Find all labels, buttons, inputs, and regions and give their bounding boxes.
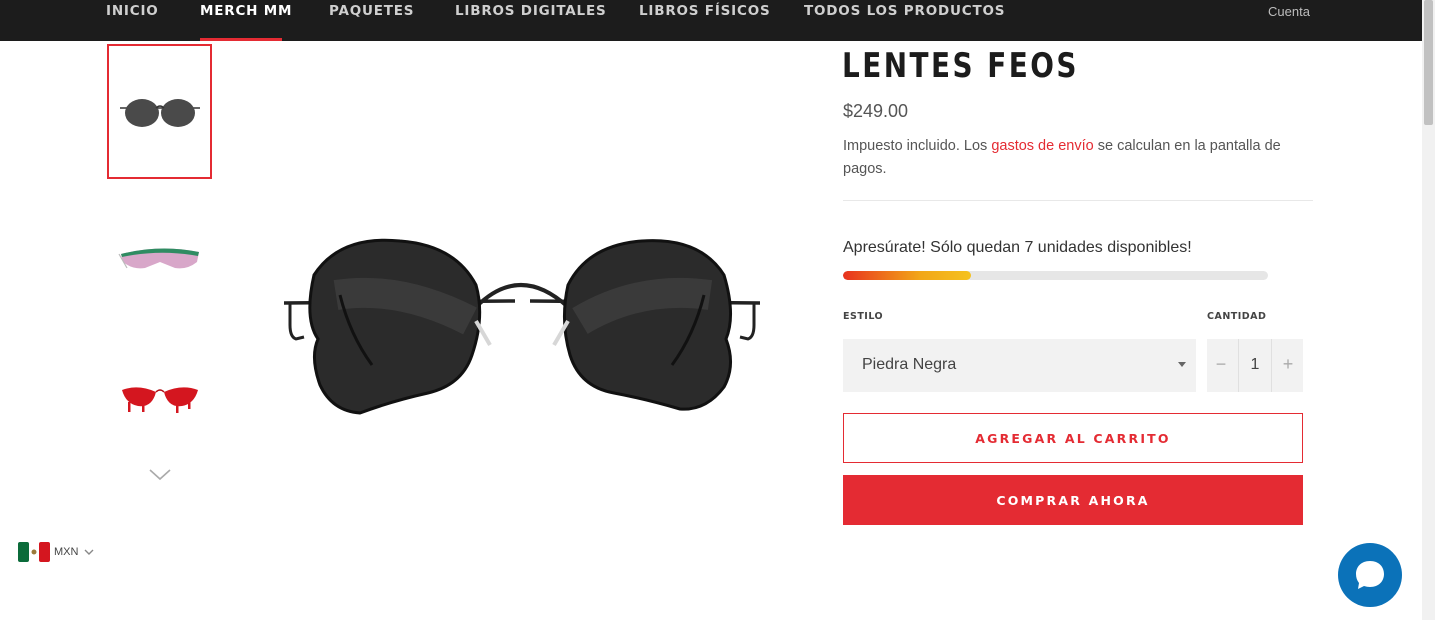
tax-notice-prefix: Impuesto incluido. Los (843, 138, 992, 154)
style-select-value: Piedra Negra (862, 356, 957, 373)
mexico-flag-icon (18, 542, 50, 562)
tax-notice: Impuesto incluido. Los gastos de envío s… (843, 135, 1318, 181)
chevron-down-icon[interactable] (148, 465, 172, 485)
nav-item-merch-mm[interactable]: MERCH MM (200, 3, 292, 19)
thumbnail-black-round-sunglasses[interactable] (107, 44, 212, 179)
quantity-separator (1271, 339, 1272, 392)
nav-item-todos-los-productos[interactable]: TODOS LOS PRODUCTOS (804, 3, 1005, 19)
page-scrollbar[interactable] (1422, 0, 1435, 620)
quantity-decrease-button[interactable]: − (1207, 354, 1235, 375)
stock-message: Apresúrate! Sólo quedan 7 unidades dispo… (843, 239, 1192, 256)
currency-selector[interactable]: MXN (18, 541, 96, 563)
black-round-sunglasses-image (119, 98, 200, 127)
quantity-input[interactable]: 1 (1239, 356, 1271, 374)
style-select[interactable]: Piedra Negra (843, 339, 1196, 392)
caret-down-icon (1178, 362, 1186, 367)
thumbnail-visor-sunglasses[interactable] (107, 190, 212, 325)
add-to-cart-button[interactable]: AGREGAR AL CARRITO (843, 413, 1303, 463)
chevron-down-icon (84, 549, 94, 555)
quantity-stepper: − 1 + (1207, 339, 1303, 392)
chat-bubble-icon (1356, 561, 1384, 589)
nav-item-libros-fisicos[interactable]: LIBROS FÍSICOS (639, 3, 771, 19)
quantity-increase-button[interactable]: + (1274, 354, 1302, 375)
active-nav-indicator (200, 38, 282, 41)
nav-item-libros-digitales[interactable]: LIBROS DIGITALES (455, 3, 607, 19)
stock-progress-fill (843, 271, 971, 280)
currency-code: MXN (54, 546, 79, 558)
account-link[interactable]: Cuenta (1268, 4, 1310, 19)
chat-button[interactable] (1338, 543, 1402, 607)
main-product-image (283, 238, 761, 415)
shipping-link[interactable]: gastos de envío (991, 138, 1093, 154)
nav-item-inicio[interactable]: INICIO (106, 3, 159, 19)
top-navigation: INICIO MERCH MM PAQUETES LIBROS DIGITALE… (0, 0, 1422, 41)
red-dripping-sunglasses-image (121, 386, 198, 413)
scrollbar-thumb[interactable] (1424, 0, 1433, 125)
stock-progress-bar (843, 271, 1268, 280)
quantity-label: CANTIDAD (1207, 311, 1267, 322)
product-title: LENTES FEOS (842, 46, 1079, 86)
nav-item-paquetes[interactable]: PAQUETES (329, 3, 414, 19)
thumbnail-red-dripping-sunglasses[interactable] (107, 332, 212, 467)
product-price: $249.00 (843, 101, 909, 121)
style-label: ESTILO (843, 311, 884, 322)
visor-sunglasses-image (117, 247, 199, 268)
buy-now-button[interactable]: COMPRAR AHORA (843, 475, 1303, 525)
divider (843, 200, 1313, 201)
